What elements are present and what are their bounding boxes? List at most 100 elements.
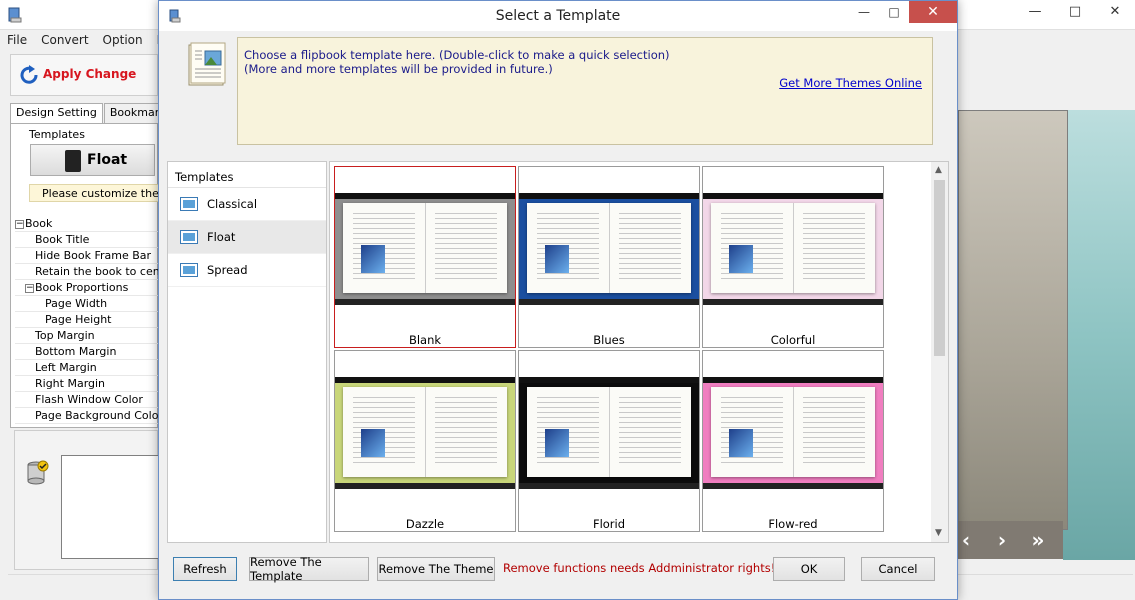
tree-item[interactable]: Top Margin (15, 328, 159, 344)
tree-item[interactable]: Page Height (15, 312, 159, 328)
apply-change-label: Apply Change (43, 67, 137, 81)
tree-item[interactable]: Hide Book Frame Bar (15, 248, 159, 264)
thumb-book (711, 203, 875, 293)
dialog-maximize-icon[interactable]: □ (879, 1, 909, 23)
tree-item-label: Top Margin (35, 329, 95, 342)
tab-design-setting[interactable]: Design Setting (10, 103, 103, 124)
thumb-text-right (619, 213, 681, 283)
theme-card-blues[interactable]: Blues (518, 166, 700, 348)
template-layout-icon (180, 230, 198, 244)
select-template-dialog: Select a Template — □ ✕ Choose a flipboo… (158, 0, 958, 600)
tree-item[interactable]: Page Width (15, 296, 159, 312)
tree-item[interactable]: −Book Proportions (15, 280, 159, 296)
flipbook-preview (958, 110, 1068, 530)
template-type-list: Templates Classical Float Spread (167, 161, 327, 543)
document-picture-icon (188, 42, 226, 86)
thumb-top-bar (519, 377, 699, 383)
tree-item-label: Retain the book to center (35, 265, 176, 278)
tree-item[interactable]: Flash Window Color (15, 392, 159, 408)
template-layout-icon (180, 197, 198, 211)
thumb-top-bar (335, 193, 515, 199)
theme-grid-scrollbar[interactable]: ▲ ▼ (931, 162, 948, 542)
collapse-icon[interactable]: − (25, 284, 34, 293)
template-float-button[interactable]: Float (30, 144, 155, 176)
tree-item[interactable]: Left Margin (15, 360, 159, 376)
book-icon (65, 150, 81, 172)
ok-button[interactable]: OK (773, 557, 845, 581)
apply-change-button[interactable]: Apply Change (11, 55, 157, 95)
menu-file[interactable]: File (0, 31, 34, 51)
info-panel: Choose a flipbook template here. (Double… (167, 33, 949, 153)
theme-card-dazzle[interactable]: Dazzle (334, 350, 516, 532)
thumb-bottom-bar (703, 483, 883, 489)
refresh-button[interactable]: Refresh (173, 557, 237, 581)
software-box-icon (361, 429, 385, 457)
theme-card-label: Colorful (770, 333, 816, 347)
thumb-book (343, 387, 507, 477)
remove-theme-button[interactable]: Remove The Theme (377, 557, 495, 581)
template-type-classical[interactable]: Classical (168, 188, 326, 221)
theme-thumbnail (519, 193, 699, 305)
dialog-close-icon[interactable]: ✕ (909, 1, 957, 23)
scroll-thumb[interactable] (934, 180, 945, 356)
prev-page-icon[interactable]: ‹ (958, 528, 974, 552)
tree-item-label: Book Title (35, 233, 90, 246)
close-icon[interactable]: ✕ (1095, 0, 1135, 22)
maximize-icon[interactable]: □ (1055, 0, 1095, 22)
menu-option[interactable]: Option (96, 31, 150, 51)
tree-item[interactable]: Bottom Margin (15, 344, 159, 360)
minimize-icon[interactable]: — (1015, 0, 1055, 22)
tree-item-label: Book Proportions (35, 281, 129, 294)
thumb-text-right (803, 213, 865, 283)
tree-item[interactable]: Retain the book to center (15, 264, 175, 280)
tree-item-label: Left Margin (35, 361, 97, 374)
tree-item[interactable]: Page Background Color (15, 408, 163, 424)
theme-grid: Blank Blues Colorful Dazzle Florid Flow-red (329, 161, 949, 543)
app-toolbar: Apply Change (10, 54, 158, 96)
info-line-2: (More and more templates will be provide… (244, 62, 553, 76)
next-page-icon[interactable]: › (994, 528, 1010, 552)
template-type-spread[interactable]: Spread (168, 254, 326, 287)
scroll-down-icon[interactable]: ▼ (935, 528, 942, 538)
dialog-minimize-icon[interactable]: — (849, 1, 879, 23)
cancel-button[interactable]: Cancel (861, 557, 935, 581)
theme-thumbnail (703, 377, 883, 489)
database-check-icon (27, 460, 49, 485)
templates-list-header: Templates (168, 162, 326, 188)
theme-card-blank[interactable]: Blank (334, 166, 516, 348)
theme-card-flow-red[interactable]: Flow-red (702, 350, 884, 532)
templates-group-label: Templates (29, 128, 85, 141)
thumb-top-bar (519, 193, 699, 199)
template-type-label: Float (207, 230, 236, 244)
remove-template-button[interactable]: Remove The Template (249, 555, 369, 583)
menu-convert[interactable]: Convert (34, 31, 95, 51)
tree-item[interactable]: −Book (15, 216, 159, 232)
scroll-up-icon[interactable]: ▲ (935, 165, 942, 175)
app-icon (8, 7, 22, 23)
template-type-label: Classical (207, 197, 258, 211)
software-box-icon (729, 245, 753, 273)
tree-item-label: Page Width (45, 297, 108, 310)
get-more-themes-link[interactable]: Get More Themes Online (779, 76, 922, 90)
thumb-text-right (803, 397, 865, 467)
thumb-top-bar (335, 377, 515, 383)
tree-item-label: Book (25, 217, 53, 230)
tree-item-label: Page Background Color (35, 409, 163, 422)
preview-navigation-bar: ‹ › » (958, 521, 1063, 559)
thumb-bottom-bar (703, 299, 883, 305)
thumb-bottom-bar (519, 483, 699, 489)
template-type-float[interactable]: Float (168, 221, 326, 254)
dialog-title: Select a Template (495, 8, 621, 24)
thumb-text-right (435, 213, 497, 283)
theme-card-florid[interactable]: Florid (518, 350, 700, 532)
theme-card-label: Blues (593, 333, 625, 347)
template-type-items: Classical Float Spread (168, 188, 326, 287)
info-message-box: Choose a flipbook template here. (Double… (237, 37, 933, 145)
theme-card-colorful[interactable]: Colorful (702, 166, 884, 348)
software-box-icon (545, 245, 569, 273)
thumb-text-right (619, 397, 681, 467)
collapse-icon[interactable]: − (15, 220, 24, 229)
last-page-icon[interactable]: » (1030, 528, 1046, 552)
tree-item[interactable]: Right Margin (15, 376, 159, 392)
tree-item[interactable]: Book Title (15, 232, 159, 248)
